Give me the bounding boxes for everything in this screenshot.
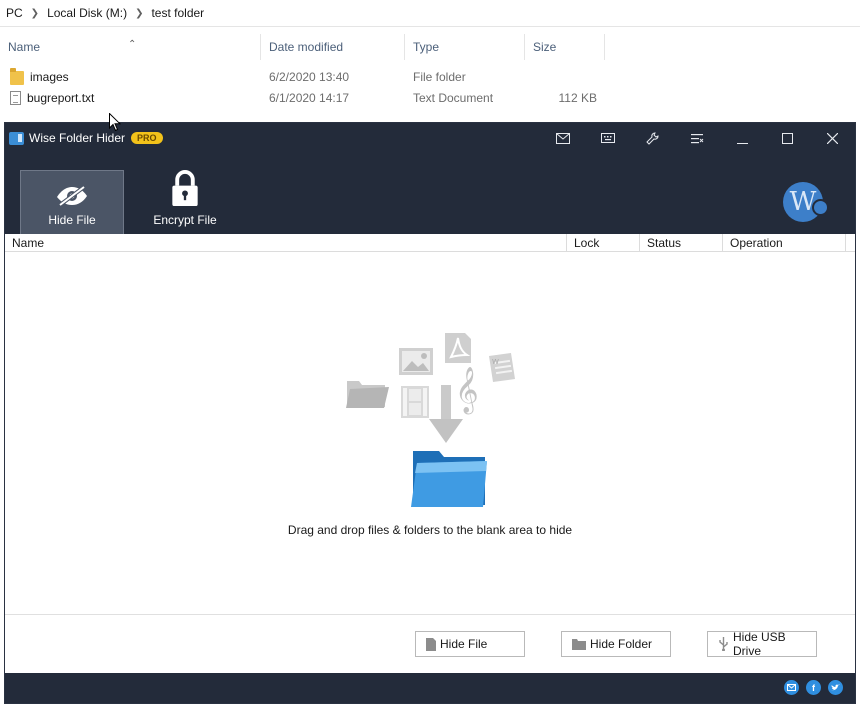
menu-button[interactable] xyxy=(675,123,720,153)
screen: PC ❯ Local Disk (M:) ❯ test folder Name … xyxy=(0,0,860,704)
mail-icon xyxy=(555,132,570,144)
file-row[interactable]: images 6/2/2020 13:40 File folder xyxy=(0,66,860,87)
text-file-icon xyxy=(10,90,21,105)
hide-file-button-label: Hide File xyxy=(440,637,488,651)
minimize-button[interactable] xyxy=(720,123,765,153)
file-date: 6/2/2020 13:40 xyxy=(269,69,350,84)
chevron-right-icon: ❯ xyxy=(135,7,144,19)
hide-usb-drive-button[interactable]: Hide USB Drive xyxy=(707,630,817,658)
svg-text:W: W xyxy=(492,358,499,366)
folder-icon xyxy=(572,638,586,650)
column-header-date[interactable]: Date modified xyxy=(261,34,405,60)
file-date: 6/1/2020 14:17 xyxy=(269,90,350,105)
pdf-file-icon xyxy=(445,333,471,363)
encrypt-file-tab-label: Encrypt File xyxy=(153,213,217,227)
breadcrumb-local-disk[interactable]: Local Disk (M:) xyxy=(43,6,131,20)
action-bar: Hide File Hide Folder Hide USB Drive xyxy=(5,614,855,673)
file-type: Text Document xyxy=(413,90,494,105)
lock-icon xyxy=(172,170,198,207)
hide-file-button[interactable]: Hide File xyxy=(415,631,525,657)
keyboard-icon xyxy=(600,133,615,143)
column-header-label: Name xyxy=(8,40,41,54)
breadcrumb-pc[interactable]: PC xyxy=(2,6,27,20)
column-header-operation[interactable]: Operation xyxy=(723,234,846,252)
hide-folder-button-label: Hide Folder xyxy=(590,637,653,651)
app-logo-icon xyxy=(9,131,24,145)
title-bar-controls xyxy=(540,123,855,153)
file-icon xyxy=(426,637,436,651)
hidden-items-header: Name Lock Status Operation xyxy=(5,234,855,252)
file-size: 112 KB xyxy=(558,90,597,105)
folder-icon xyxy=(346,381,389,408)
drop-hint-text: Drag and drop files & folders to the bla… xyxy=(287,523,573,537)
maximize-icon xyxy=(782,132,793,144)
column-header-type[interactable]: Type xyxy=(405,34,525,60)
file-name-cell: images xyxy=(0,67,261,85)
window-title: Wise Folder Hider xyxy=(29,131,126,145)
file-name: bugreport.txt xyxy=(27,90,95,105)
column-header-name[interactable]: Name xyxy=(5,234,567,252)
sort-up-icon: ⌃ xyxy=(128,39,137,50)
hide-file-tab-label: Hide File xyxy=(48,213,96,227)
image-file-icon xyxy=(399,348,433,375)
column-header-lock[interactable]: Lock xyxy=(567,234,640,252)
hide-file-tab[interactable]: Hide File xyxy=(20,170,124,234)
column-header-name[interactable]: Name ⌃ xyxy=(0,34,261,60)
main-toolbar: Hide File Encrypt File W xyxy=(5,153,855,234)
wrench-icon xyxy=(646,132,659,145)
video-file-icon xyxy=(401,386,429,418)
blue-folder-icon xyxy=(411,451,487,507)
menu-icon xyxy=(691,133,704,143)
svg-text:𝄞: 𝄞 xyxy=(455,367,479,415)
encrypt-file-tab[interactable]: Encrypt File xyxy=(133,170,237,234)
feedback-button[interactable] xyxy=(540,123,585,153)
chevron-right-icon: ❯ xyxy=(30,7,40,19)
hide-folder-button[interactable]: Hide Folder xyxy=(561,631,671,657)
close-icon xyxy=(827,132,838,144)
twitter-icon[interactable] xyxy=(828,680,843,695)
breadcrumb: PC ❯ Local Disk (M:) ❯ test folder xyxy=(0,0,860,27)
maximize-button[interactable] xyxy=(765,123,810,153)
music-note-icon: 𝄞 xyxy=(455,367,479,415)
file-name-cell: bugreport.txt xyxy=(0,90,261,105)
file-row[interactable]: bugreport.txt 6/1/2020 14:17 Text Docume… xyxy=(0,87,860,108)
file-explorer: PC ❯ Local Disk (M:) ❯ test folder Name … xyxy=(0,0,860,122)
status-bar: f xyxy=(5,673,855,703)
facebook-icon[interactable]: f xyxy=(806,680,821,695)
breadcrumb-test-folder[interactable]: test folder xyxy=(147,6,208,20)
column-header-status[interactable]: Status xyxy=(640,234,723,252)
column-header-size[interactable]: Size xyxy=(525,34,605,60)
drag-drop-illustration: W 𝄞 xyxy=(346,333,515,507)
title-bar[interactable]: Wise Folder Hider PRO xyxy=(5,123,855,153)
document-file-icon: W xyxy=(489,353,515,382)
keyboard-button[interactable] xyxy=(585,123,630,153)
wise-folder-hider-window: Wise Folder Hider PRO Hide File Encrypt … xyxy=(4,122,856,704)
hide-usb-drive-button-label: Hide USB Drive xyxy=(733,630,786,658)
file-type: File folder xyxy=(413,69,466,84)
email-icon[interactable] xyxy=(784,680,799,695)
user-avatar[interactable]: W xyxy=(783,182,829,222)
pro-badge: PRO xyxy=(131,132,163,144)
minimize-icon xyxy=(737,142,748,144)
file-name: images xyxy=(30,69,69,84)
usb-icon xyxy=(718,637,729,651)
tools-button[interactable] xyxy=(630,123,675,153)
column-headers: Name ⌃ Date modified Type Size xyxy=(0,34,860,60)
folder-icon xyxy=(10,67,24,85)
hidden-eye-icon xyxy=(57,185,87,207)
close-button[interactable] xyxy=(810,123,855,153)
